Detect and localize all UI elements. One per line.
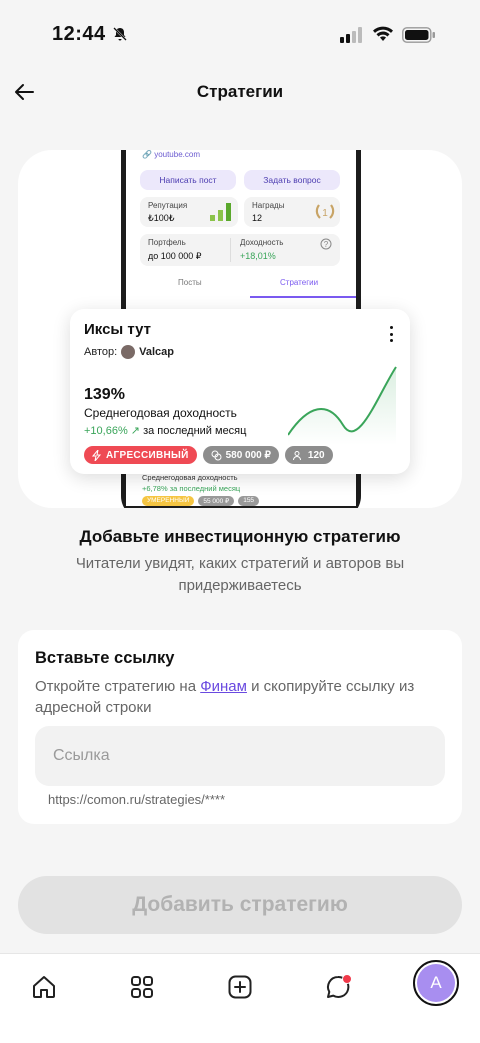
svg-text:?: ? bbox=[324, 240, 329, 249]
link-input[interactable] bbox=[35, 726, 445, 786]
subscribers-badge: 120 bbox=[284, 446, 333, 464]
bars-icon bbox=[210, 203, 231, 221]
tab-create[interactable] bbox=[217, 964, 263, 1010]
svg-text:1: 1 bbox=[322, 208, 328, 219]
wifi-icon bbox=[373, 26, 393, 41]
link-card-instructions: Откройте стратегию на Финам и скопируйте… bbox=[35, 678, 415, 716]
laurel-award-icon: 1 bbox=[315, 204, 335, 219]
notification-dot bbox=[342, 974, 352, 984]
write-post-button: Написать пост bbox=[140, 170, 236, 190]
bottom-tab-bar: A bbox=[0, 953, 480, 1043]
link-format-hint: https://comon.ru/strategies/**** bbox=[48, 792, 226, 807]
intro-title: Добавьте инвестиционную стратегию bbox=[79, 527, 401, 546]
cellular-signal-icon bbox=[340, 27, 362, 43]
tab-messages[interactable] bbox=[315, 964, 361, 1010]
plus-square-icon bbox=[228, 975, 252, 999]
risk-badge: АГРЕССИВНЫЙ bbox=[84, 446, 197, 464]
profile-link: 🔗 youtube.com bbox=[142, 150, 200, 159]
finam-link[interactable]: Финам bbox=[200, 678, 247, 695]
more-vertical-icon bbox=[384, 323, 398, 345]
portfolio-card: Портфель до 100 000 ₽ Доходность +18,01%… bbox=[140, 234, 340, 266]
tab-catalog[interactable] bbox=[119, 964, 165, 1010]
status-time: 12:44 bbox=[52, 23, 106, 45]
tab-home[interactable] bbox=[21, 964, 67, 1010]
status-bar: 12:44 bbox=[0, 0, 480, 64]
top-nav: Стратегии bbox=[0, 72, 480, 112]
bell-muted-icon bbox=[113, 27, 127, 41]
add-strategy-button[interactable]: Добавить стратегию bbox=[18, 876, 462, 934]
author-avatar bbox=[121, 345, 136, 359]
ask-question-button: Задать вопрос bbox=[244, 170, 340, 190]
min-amount-badge: 580 000 ₽ bbox=[202, 446, 279, 464]
profile-tabs: Посты Стратегии bbox=[138, 278, 356, 300]
strategy-yield-label: Среднегодовая доходность bbox=[84, 406, 237, 420]
strategy-name: Иксы тут bbox=[84, 321, 152, 338]
link-card: Вставьте ссылку Откройте стратегию на Фи… bbox=[18, 630, 462, 824]
strategy-yield: 139% bbox=[84, 386, 125, 403]
coins-icon bbox=[211, 450, 222, 460]
page-title: Стратегии bbox=[196, 82, 284, 101]
strategy-card: Иксы тут Автор: Valcap 139% Среднегодова… bbox=[70, 309, 410, 474]
lightning-icon bbox=[92, 449, 102, 461]
battery-icon bbox=[402, 27, 435, 43]
intro-description: Читатели увидят, каких стратегий и автор… bbox=[75, 555, 405, 594]
reputation-card: Репутация ₺100₺ bbox=[140, 197, 238, 227]
home-icon bbox=[33, 976, 55, 998]
awards-card: Награды 12 1 bbox=[244, 197, 340, 227]
hero-illustration: 🔗 youtube.com Написать пост Задать вопро… bbox=[18, 150, 462, 508]
tab-profile[interactable]: A bbox=[413, 960, 459, 1006]
yield-sparkline bbox=[288, 366, 397, 445]
link-card-title: Вставьте ссылку bbox=[35, 649, 175, 667]
avatar: A bbox=[417, 964, 455, 1002]
grid-icon bbox=[131, 976, 153, 998]
help-circle-icon: ? bbox=[320, 238, 332, 250]
strategy-monthly: +10,66% ↗ за последний месяц bbox=[84, 425, 247, 437]
strategy-author: Автор: Valcap bbox=[84, 345, 175, 359]
users-icon bbox=[292, 450, 301, 460]
